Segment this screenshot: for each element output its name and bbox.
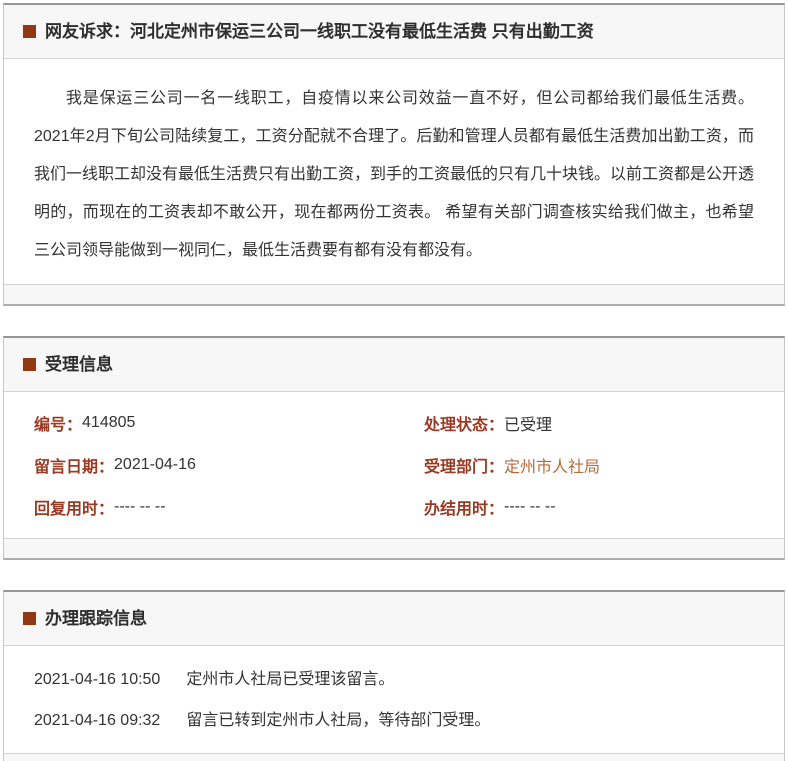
tracking-entry: 2021-04-16 09:32 留言已转到定州市人社局，等待部门受理。 bbox=[34, 700, 754, 741]
field-reply-duration-label: 回复用时： bbox=[34, 501, 115, 518]
field-completion-duration-value: ---- -- -- bbox=[504, 498, 556, 515]
acceptance-title: 受理信息 bbox=[45, 355, 113, 374]
complaint-title: 网友诉求：河北定州市保运三公司一线职工没有最低生活费 只有出勤工资 bbox=[45, 22, 594, 41]
square-bullet-icon bbox=[23, 25, 36, 38]
complaint-panel-footer bbox=[4, 284, 784, 304]
acceptance-info-grid: 编号： 414805 处理状态： 已受理 留言日期： 2021-04-16 受理部门：… bbox=[4, 392, 784, 538]
acceptance-panel-header: 受理信息 bbox=[4, 338, 784, 392]
tracking-entry-text: 留言已转到定州市人社局，等待部门受理。 bbox=[186, 712, 491, 729]
tracking-title: 办理跟踪信息 bbox=[45, 609, 147, 628]
field-completion-duration-label: 办结用时： bbox=[424, 501, 505, 518]
field-status-label: 处理状态： bbox=[424, 417, 505, 434]
tracking-panel: 办理跟踪信息 2021-04-16 10:50 定州市人社局已受理该留言。 202… bbox=[3, 590, 785, 761]
tracking-panel-header: 办理跟踪信息 bbox=[4, 592, 784, 646]
field-completion-duration: 办结用时： ---- -- -- bbox=[394, 486, 784, 528]
department-link[interactable]: 定州市人社局 bbox=[504, 453, 600, 477]
complaint-panel-header: 网友诉求：河北定州市保运三公司一线职工没有最低生活费 只有出勤工资 bbox=[4, 5, 784, 59]
complaint-panel: 网友诉求：河北定州市保运三公司一线职工没有最低生活费 只有出勤工资 我是保运三公… bbox=[3, 3, 785, 306]
field-record-number-value: 414805 bbox=[82, 414, 136, 431]
square-bullet-icon bbox=[23, 612, 36, 625]
tracking-entry: 2021-04-16 10:50 定州市人社局已受理该留言。 bbox=[34, 659, 754, 700]
field-department: 受理部门： 定州市人社局 bbox=[394, 444, 784, 486]
field-message-date-label: 留言日期： bbox=[34, 459, 115, 476]
tracking-panel-footer bbox=[4, 753, 784, 761]
field-message-date-value: 2021-04-16 bbox=[114, 456, 196, 473]
field-message-date: 留言日期： 2021-04-16 bbox=[4, 444, 394, 486]
acceptance-panel: 受理信息 编号： 414805 处理状态： 已受理 留言日期： 2021-04-16 … bbox=[3, 336, 785, 560]
field-reply-duration: 回复用时： ---- -- -- bbox=[4, 486, 394, 528]
tracking-entry-time: 2021-04-16 10:50 bbox=[34, 671, 161, 688]
field-status: 处理状态： 已受理 bbox=[394, 402, 784, 444]
field-record-number: 编号： 414805 bbox=[4, 402, 394, 444]
square-bullet-icon bbox=[23, 358, 36, 371]
tracking-list: 2021-04-16 10:50 定州市人社局已受理该留言。 2021-04-16… bbox=[4, 646, 784, 753]
tracking-entry-time: 2021-04-16 09:32 bbox=[34, 712, 161, 729]
status-badge: 已受理 bbox=[504, 417, 553, 434]
field-record-number-label: 编号： bbox=[34, 417, 83, 434]
field-department-label: 受理部门： bbox=[424, 459, 505, 476]
field-reply-duration-value: ---- -- -- bbox=[114, 498, 166, 515]
complaint-body-text: 我是保运三公司一名一线职工，自疫情以来公司效益一直不好，但公司都给我们最低生活费… bbox=[34, 90, 755, 259]
acceptance-panel-footer bbox=[4, 538, 784, 558]
tracking-entry-text: 定州市人社局已受理该留言。 bbox=[186, 671, 395, 688]
complaint-detail-page: 网友诉求：河北定州市保运三公司一线职工没有最低生活费 只有出勤工资 我是保运三公… bbox=[0, 0, 788, 761]
